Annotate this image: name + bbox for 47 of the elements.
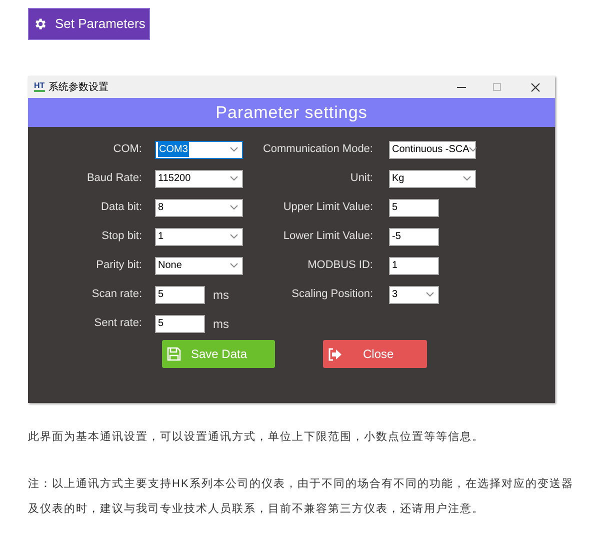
header-title: Parameter settings (216, 102, 368, 124)
field-label: Data bit: (100, 200, 143, 216)
dropdown[interactable]: None (155, 256, 243, 274)
dropdown[interactable]: Kg (389, 170, 476, 188)
field-label: Scaling Position: (290, 287, 374, 302)
set-parameters-button[interactable]: Set Parameters (28, 8, 150, 40)
gear-icon (33, 17, 47, 31)
dropdown[interactable]: 115200 (155, 170, 243, 188)
input-field[interactable]: 5 (389, 198, 439, 216)
unit-label: ms (213, 286, 229, 304)
field-label: Scan rate: (90, 287, 143, 302)
unit-label: ms (213, 316, 229, 332)
dropdown[interactable]: Continuous -SCA (389, 140, 476, 158)
chevron-down-icon (230, 147, 238, 152)
dropdown[interactable]: 3 (389, 286, 439, 304)
minimize-icon (456, 86, 466, 88)
dropdown[interactable]: 1 (155, 228, 243, 246)
field-label: Baud Rate: (86, 171, 143, 186)
dropdown[interactable]: COM3 (155, 140, 243, 158)
input-field[interactable]: 1 (389, 256, 439, 274)
dropdown[interactable]: 8 (155, 198, 243, 216)
exit-icon (328, 348, 343, 360)
description-paragraph: 注：以上通讯方式主要支持HK系列本公司的仪表，由于不同的场合有不同的功能，在选择对应的变送器及仪表的时，建议与我司专业技术人员联系，目前不兼容第三方仪表，还请用户注意。 (28, 476, 574, 517)
close-button[interactable]: Close (323, 340, 427, 368)
description-paragraph: 此界面为基本通讯设置，可以设置通讯方式，单位上下限范围，小数点位置等等信息。 (28, 430, 485, 445)
chevron-down-icon (230, 205, 238, 210)
field-label: Communication Mode: (262, 142, 374, 158)
maximize-icon (493, 83, 501, 91)
chevron-down-icon (230, 263, 238, 268)
input-field[interactable]: -5 (389, 228, 439, 246)
field-label: Stop bit: (100, 229, 143, 244)
field-label: MODBUS ID: (306, 258, 374, 274)
field-label: Parity bit: (95, 258, 143, 274)
field-label: Lower Limit Value: (282, 229, 374, 244)
chevron-down-icon (469, 147, 478, 152)
close-icon (530, 82, 540, 92)
chevron-down-icon (463, 176, 471, 181)
chevron-down-icon (230, 234, 238, 239)
field-label: Upper Limit Value: (282, 200, 374, 216)
field-label: COM: (112, 142, 143, 158)
input-field[interactable]: 5 (155, 314, 205, 332)
chevron-down-icon (426, 292, 434, 297)
chevron-down-icon (230, 176, 238, 181)
input-field[interactable]: 5 (155, 286, 205, 304)
field-label: Unit: (349, 171, 374, 186)
field-label: Sent rate: (93, 316, 143, 332)
window-title: 系统参数设置 (48, 80, 109, 94)
